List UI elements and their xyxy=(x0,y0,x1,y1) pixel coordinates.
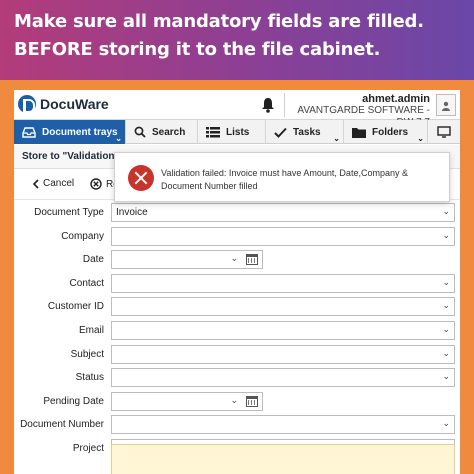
document-number-select[interactable]: ⌄ xyxy=(111,415,455,435)
form-row-status: Status ⌄ xyxy=(14,366,460,390)
chevron-down-icon[interactable]: ⌄ xyxy=(442,371,450,382)
user-icon xyxy=(442,101,450,111)
list-icon xyxy=(206,126,220,138)
nav-label: Folders xyxy=(372,126,409,138)
field-label: Pending Date xyxy=(43,395,104,407)
nav-lists[interactable]: Lists xyxy=(198,120,266,144)
docuware-logo-icon xyxy=(18,95,36,113)
form-row-email: Email ⌄ xyxy=(14,319,460,343)
chevron-down-icon[interactable]: ⌄ xyxy=(442,418,450,429)
field-label: Company xyxy=(61,230,104,242)
check-icon xyxy=(274,127,287,138)
chevron-down-icon[interactable]: ⌄ xyxy=(442,277,450,288)
company-select[interactable]: ⌄ xyxy=(111,226,455,246)
form-row-document-type: Document Type Invoice ⌄ xyxy=(14,201,460,225)
form-row-date: Date ⌄ xyxy=(14,248,460,272)
reset-icon xyxy=(90,178,102,190)
status-select[interactable]: ⌄ xyxy=(111,368,455,388)
nav-folders[interactable]: Folders ⌄ xyxy=(344,120,428,144)
contact-select[interactable]: ⌄ xyxy=(111,273,455,293)
chevron-left-icon xyxy=(32,178,39,189)
chevron-down-icon[interactable]: ⌄ xyxy=(442,348,450,359)
main-navigation: Document trays ⌄ Search Lists Tasks ⌄ Fo… xyxy=(14,120,460,144)
field-value: Invoice xyxy=(116,207,148,218)
email-select[interactable]: ⌄ xyxy=(111,321,455,340)
bell-icon[interactable] xyxy=(261,97,275,113)
form-row-subject: Subject ⌄ xyxy=(14,343,460,367)
calendar-icon[interactable] xyxy=(246,254,258,266)
nav-label: Document trays xyxy=(42,126,118,138)
nav-search[interactable]: Search xyxy=(126,120,198,144)
field-label: Contact xyxy=(69,277,104,289)
nav-viewer-toggle[interactable] xyxy=(428,120,460,144)
form-row-company: Company ⌄ xyxy=(14,225,460,249)
folder-icon xyxy=(352,127,366,138)
document-type-select[interactable]: Invoice ⌄ xyxy=(111,203,455,222)
docuware-logo[interactable]: DocuWare xyxy=(18,95,109,113)
chevron-down-icon[interactable]: ⌄ xyxy=(442,230,450,241)
search-icon xyxy=(134,126,146,138)
chevron-down-icon[interactable]: ⌄ xyxy=(442,206,450,217)
user-name[interactable]: ahmet.admin xyxy=(280,93,430,105)
chevron-down-icon[interactable]: ⌄ xyxy=(115,134,122,143)
field-label: Subject xyxy=(70,348,104,360)
form-row-document-number: Document Number ⌄ xyxy=(14,413,460,437)
monitor-icon xyxy=(437,126,451,138)
form-row-customer-id: Customer ID ⌄ xyxy=(14,295,460,319)
chevron-down-icon[interactable]: ⌄ xyxy=(442,324,450,335)
field-label: Project xyxy=(72,443,104,454)
banner-line-2: BEFORE storing it to the file cabinet. xyxy=(14,39,381,60)
banner-line-1: Make sure all mandatory fields are fille… xyxy=(14,11,424,32)
field-label: Document Number xyxy=(20,419,104,431)
promo-banner: Make sure all mandatory fields are fille… xyxy=(0,0,474,80)
app-header: DocuWare ahmet.admin AVANTGARDE SOFTWARE… xyxy=(14,90,460,128)
chevron-down-icon[interactable]: ⌄ xyxy=(230,395,238,406)
cancel-button[interactable]: Cancel xyxy=(32,178,74,189)
field-label: Document Type xyxy=(34,207,104,218)
user-menu-button[interactable] xyxy=(436,94,456,116)
subject-select[interactable]: ⌄ xyxy=(111,344,455,364)
form-row-pending-date: Pending Date ⌄ xyxy=(14,390,460,414)
cancel-label: Cancel xyxy=(43,178,75,189)
field-label: Customer ID xyxy=(47,301,104,313)
date-field[interactable]: ⌄ xyxy=(111,250,263,270)
field-label: Date xyxy=(82,254,104,266)
inbox-icon xyxy=(22,126,36,138)
pending-date-field[interactable]: ⌄ xyxy=(111,391,263,411)
nav-label: Tasks xyxy=(293,126,321,138)
field-label: Status xyxy=(75,372,104,384)
store-dialog-title: Store to "Validation xyxy=(22,151,115,162)
chevron-down-icon[interactable]: ⌄ xyxy=(417,134,424,143)
form-row-contact: Contact ⌄ xyxy=(14,272,460,296)
calendar-icon[interactable] xyxy=(246,395,258,407)
highlighted-required-field[interactable] xyxy=(111,444,455,474)
logo-text: DocuWare xyxy=(40,96,109,112)
chevron-down-icon[interactable]: ⌄ xyxy=(442,300,450,311)
chevron-down-icon[interactable]: ⌄ xyxy=(333,134,340,143)
error-icon xyxy=(128,165,154,191)
chevron-down-icon[interactable]: ⌄ xyxy=(230,253,238,264)
nav-tasks[interactable]: Tasks ⌄ xyxy=(266,120,344,144)
customer-id-select[interactable]: ⌄ xyxy=(111,297,455,317)
field-label: Email xyxy=(78,325,104,336)
validation-error-toast: Validation failed: Invoice must have Amo… xyxy=(114,152,450,202)
nav-document-trays[interactable]: Document trays ⌄ xyxy=(14,120,126,144)
nav-label: Lists xyxy=(226,126,250,138)
validation-error-message: Validation failed: Invoice must have Amo… xyxy=(161,168,408,191)
nav-label: Search xyxy=(152,126,186,138)
docuware-app: DocuWare ahmet.admin AVANTGARDE SOFTWARE… xyxy=(14,90,460,474)
